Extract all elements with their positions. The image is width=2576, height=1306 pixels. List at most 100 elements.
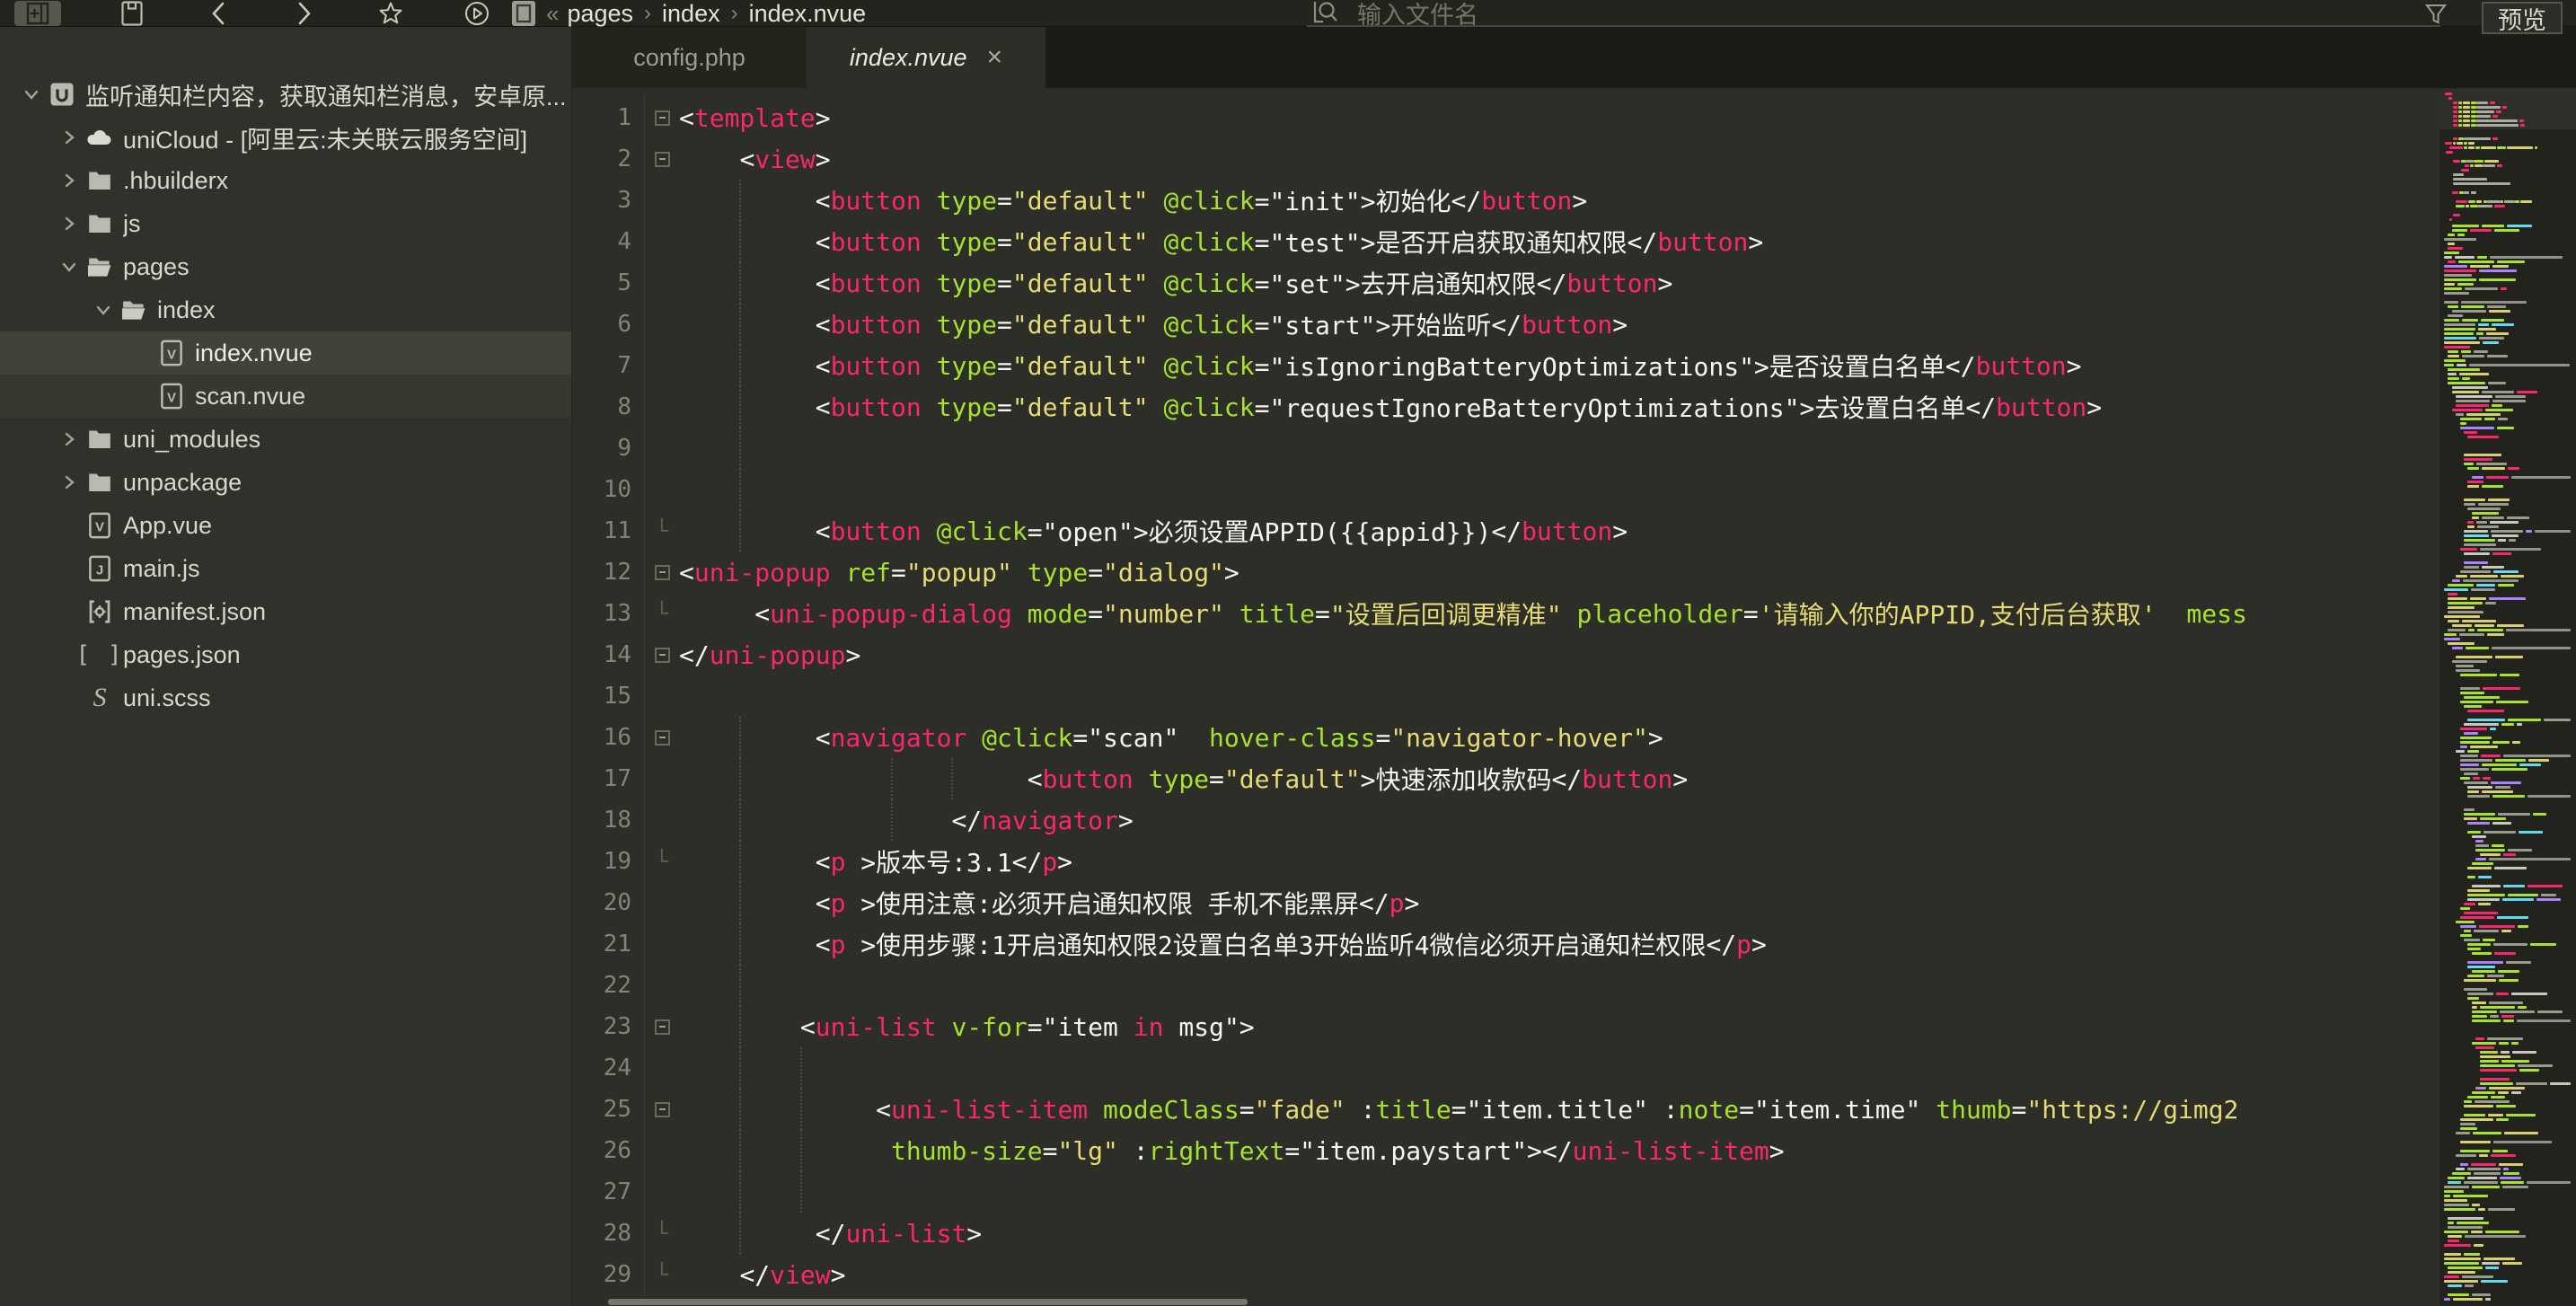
favorite-button[interactable] — [375, 1, 406, 26]
sidebar-item-main.js[interactable]: Jmain.js — [0, 547, 571, 590]
tab-config-php[interactable]: config.php — [572, 27, 807, 88]
chevron-right-icon[interactable] — [54, 214, 84, 234]
tab-index-nvue[interactable]: index.nvue × — [807, 27, 1045, 88]
fold-toggle-icon[interactable] — [645, 1006, 679, 1047]
preview-button[interactable]: 预览 — [2482, 2, 2563, 34]
sidebar-item-uni.scss[interactable]: Suni.scss — [0, 676, 571, 719]
code-line-2[interactable]: 2 < view > — [572, 138, 2439, 180]
fold-toggle-icon[interactable] — [645, 634, 679, 675]
code-line-22[interactable]: 22 — [572, 965, 2439, 1006]
code-line-15[interactable]: 15 — [572, 675, 2439, 717]
code-line-21[interactable]: 21 < p >使用步骤:1开启通知权限2设置白名单3开始监听4微信必须开启通知栏… — [572, 923, 2439, 965]
code-line-24[interactable]: 24 — [572, 1047, 2439, 1089]
back-button[interactable] — [203, 1, 234, 26]
chevron-down-icon[interactable] — [16, 84, 47, 104]
code-line-9[interactable]: 9 — [572, 428, 2439, 469]
code-line-20[interactable]: 20 < p >使用注意:必须开启通知权限 手机不能黑屏 </p > — [572, 882, 2439, 923]
sidebar-item-app.vue[interactable]: V App.vue — [0, 504, 571, 547]
code-line-28[interactable]: 28 └ </uni-list > — [572, 1213, 2439, 1254]
sidebar-item-label: unpackage — [123, 468, 243, 496]
code-line-5[interactable]: 5 < button type = "default" @click ="set">去开… — [572, 262, 2439, 304]
code-line-16[interactable]: 16 < navigator @click ="scan" hover-class =… — [572, 717, 2439, 758]
code-line-27[interactable]: 27 — [572, 1171, 2439, 1213]
code-text: < navigator @click ="scan" hover-class = "na… — [679, 717, 2439, 758]
code-line-13[interactable]: 13 └ < uni-popup-dialog mode = "number" titl… — [572, 593, 2439, 634]
sidebar-item-.hbuilderx[interactable]: .hbuilderx — [0, 159, 571, 202]
minimap-line — [2479, 337, 2504, 340]
minimap-line — [2481, 754, 2501, 757]
minimap-line — [2464, 903, 2476, 905]
minimap-line — [2448, 611, 2484, 613]
chevron-down-icon[interactable] — [54, 257, 84, 277]
code-line-10[interactable]: 10 — [572, 469, 2439, 510]
code-line-12[interactable]: 12 < uni-popup ref = "popup" type = "dialog" > — [572, 552, 2439, 593]
code-line-7[interactable]: 7 < button type = "default" @click ="isIgnor… — [572, 345, 2439, 386]
chevron-right-icon[interactable] — [54, 171, 84, 190]
code-line-8[interactable]: 8 < button type = "default" @click ="request… — [572, 386, 2439, 428]
new-project-button[interactable] — [14, 1, 61, 26]
save-button[interactable] — [117, 1, 147, 26]
minimap-line — [2448, 243, 2456, 245]
breadcrumb-index-nvue[interactable]: index.nvue — [749, 0, 867, 28]
minimap-line — [2456, 400, 2490, 402]
horizontal-scrollbar[interactable] — [608, 1299, 1248, 1305]
minimap[interactable] — [2439, 88, 2576, 1306]
minimap-line — [2470, 205, 2478, 207]
fold-toggle-icon[interactable] — [645, 138, 679, 180]
code-line-19[interactable]: 19 └ < p >版本号:3.1 </p > — [572, 841, 2439, 882]
run-icon — [465, 2, 489, 25]
sidebar-item-pages[interactable]: pages — [0, 245, 571, 288]
minimap-line — [2478, 876, 2492, 878]
minimap-line — [2497, 427, 2514, 429]
sidebar-item-uni_modules[interactable]: uni_modules — [0, 418, 571, 461]
sidebar-item-scan.nvue[interactable]: Vscan.nvue — [0, 375, 571, 418]
breadcrumb-index[interactable]: index — [662, 0, 720, 28]
code-line-4[interactable]: 4 < button type = "default" @click ="test">是… — [572, 221, 2439, 262]
chevron-right-icon[interactable] — [54, 128, 84, 147]
fold-toggle-icon[interactable] — [645, 97, 679, 138]
code-editor[interactable]: 1 < template >2 < view >3 < button type = "defau… — [572, 88, 2576, 1306]
sidebar-item-js[interactable]: js — [0, 202, 571, 245]
code-line-29[interactable]: 29 └ </view > — [572, 1254, 2439, 1295]
chevron-right-icon[interactable] — [54, 429, 84, 449]
forward-button[interactable] — [289, 1, 320, 26]
sidebar-item-unpackage[interactable]: unpackage — [0, 461, 571, 504]
sidebar-item-unicloud---[interactable]: uniCloud - [阿里云:未关联云服务空间] — [0, 116, 571, 159]
code-line-6[interactable]: 6 < button type = "default" @click ="start">… — [572, 304, 2439, 345]
run-button[interactable] — [462, 1, 492, 26]
minimap-line — [2519, 1069, 2539, 1072]
code-line-18[interactable]: 18 </navigator > — [572, 799, 2439, 841]
chevron-right-icon[interactable] — [54, 472, 84, 492]
code-line-14[interactable]: 14 </uni-popup > — [572, 634, 2439, 675]
code-line-3[interactable]: 3 < button type = "default" @click ="init">初… — [572, 180, 2439, 221]
minimap-line — [2444, 1262, 2479, 1265]
fold-toggle-icon[interactable] — [645, 552, 679, 593]
sidebar-item-manifest.json[interactable]: manifest.json — [0, 590, 571, 633]
code-lines[interactable]: 1 < template >2 < view >3 < button type = "defau… — [572, 97, 2439, 1306]
sidebar-item-pages.json[interactable]: [ ] pages.json — [0, 633, 571, 676]
minimap-line — [2453, 1195, 2489, 1197]
folder-open-icon — [119, 298, 149, 322]
breadcrumb-pages[interactable]: pages — [567, 0, 633, 28]
code-line-25[interactable]: 25 < uni-list-item modeClass = "fade" : titl… — [572, 1089, 2439, 1130]
fold-toggle-icon[interactable] — [645, 1089, 679, 1130]
minimap-line — [2444, 1190, 2465, 1193]
file-search-input[interactable]: 输入文件名 — [1307, 0, 2440, 29]
minimap-line — [2482, 164, 2495, 167]
code-line-1[interactable]: 1 < template > — [572, 97, 2439, 138]
minimap-line — [2502, 1172, 2519, 1175]
code-line-11[interactable]: 11 └ < button @click ="open">必须设置APPID({{ap… — [572, 510, 2439, 552]
sidebar-item-index.nvue[interactable]: Vindex.nvue — [0, 331, 571, 375]
close-tab-icon[interactable]: × — [987, 44, 1003, 71]
code-line-23[interactable]: 23 < uni-list v-for ="item in msg"> — [572, 1006, 2439, 1047]
code-line-26[interactable]: 26 thumb-size = "lg" : rightText ="item.pays… — [572, 1130, 2439, 1171]
chevron-down-icon[interactable] — [88, 300, 119, 320]
code-line-17[interactable]: 17 < button type = "default" >快速添加收款码 </butto… — [572, 758, 2439, 799]
sidebar-item-index[interactable]: index — [0, 288, 571, 331]
sidebar-item--...[interactable]: 监听通知栏内容，获取通知栏消息，安卓原... — [0, 73, 571, 116]
fold-toggle-icon[interactable] — [645, 717, 679, 758]
breadcrumb-collapse-icon[interactable]: « — [546, 0, 560, 28]
filter-icon[interactable] — [2421, 2, 2451, 27]
minimap-line — [2481, 1280, 2509, 1283]
minimap-line — [2456, 921, 2475, 923]
